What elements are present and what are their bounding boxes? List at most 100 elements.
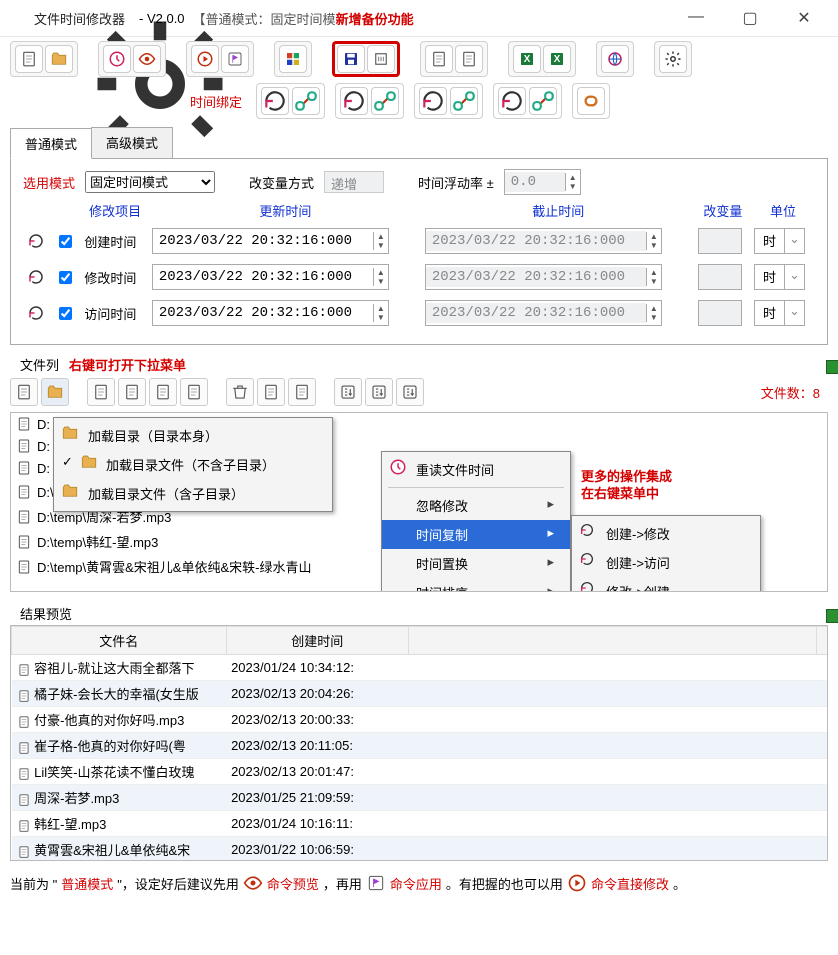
update-time-input[interactable]: ▲▼ [152,300,389,326]
float-spinner: ▲▼ [504,169,581,195]
update-time-input[interactable]: ▲▼ [152,264,389,290]
file-icon [16,509,32,525]
mode-tabs: 普通模式 高级模式 [10,127,828,159]
annotation-right-click: 右键可打开下拉菜单 [69,358,186,373]
status-bar: 当前为 "普通模式"，设定好后建议先用 命令预览，再用 命令应用。有把握的也可以… [0,861,838,903]
bind-btn-2b[interactable] [371,87,399,115]
fl-remove-sel-icon[interactable] [87,378,115,406]
file-list[interactable]: D:D:D:D:\temp\Lil笑笑-山茶花读不懂白玫瑰.mp3D:\temp… [10,412,828,592]
col-amount: 改变量 [695,201,751,220]
menu-load-dir-files-no-sub[interactable]: ✓加载目录文件（不含子目录） [54,450,332,479]
fl-add-folder-icon[interactable] [41,378,69,406]
row-label: 创建时间 [81,226,148,256]
fl-invert-icon[interactable] [118,378,146,406]
amount-input [698,300,742,326]
app-gear-icon [10,9,28,27]
row-label: 修改时间 [81,262,148,292]
update-time-input[interactable]: ▲▼ [152,228,389,254]
status-play-icon [567,873,587,893]
submenu-item[interactable]: 创建->访问 [572,548,760,577]
file-icon [16,416,32,432]
row-checkbox[interactable] [59,235,72,248]
row-refresh-icon[interactable] [26,231,46,251]
row-checkbox[interactable] [59,271,72,284]
menu-load-dir-files-with-sub[interactable]: 加载目录文件（含子目录） [54,479,332,508]
bind-btn-1a[interactable] [261,87,289,115]
tab-normal-mode[interactable]: 普通模式 [10,128,92,159]
bind-btn-1b[interactable] [292,87,320,115]
fl-del-red-icon[interactable] [288,378,316,406]
ctx-ignore[interactable]: 忽略修改▸ [382,491,570,520]
col-filename[interactable]: 文件名 [12,627,227,655]
bind-chain-icon[interactable] [577,87,605,115]
bind-btn-2a[interactable] [340,87,368,115]
context-menu-main: 重读文件时间 忽略修改▸ 时间复制▸ 时间置换▸ 时间排序▸ 合理排序▸ 文件时… [381,451,571,592]
deadline-time-input: ▲▼ [425,300,662,326]
status-flag-icon [366,873,386,893]
tb-eye-icon[interactable] [133,45,161,73]
fl-del-files-icon[interactable] [257,378,285,406]
amount-input [698,264,742,290]
unit-dropdown[interactable]: 时⌄ [754,264,805,290]
mode-pane: 选用模式 固定时间模式 改变量方式 递增 时间浮动率 ± ▲▼ 修改项目 更新时… [10,159,828,345]
tb-add-files-icon[interactable] [15,45,43,73]
fl-add-files-icon[interactable] [10,378,38,406]
file-icon [16,484,32,500]
table-row[interactable]: 周深-若梦.mp32023/01/25 21:09:59:128 [12,785,829,811]
submenu-item[interactable]: 修改->创建 [572,577,760,592]
menu-load-dir-self[interactable]: 加载目录（目录本身） [54,421,332,450]
tb-add-folder-icon[interactable] [45,45,73,73]
fl-trash-icon[interactable] [226,378,254,406]
maximize-button[interactable]: ▢ [730,8,770,28]
tab-advanced-mode[interactable]: 高级模式 [91,127,173,158]
table-row[interactable]: 容祖儿-就让这大雨全都落下2023/01/24 10:34:12:351 [12,655,829,681]
bind-btn-4a[interactable] [498,87,526,115]
ctx-swap[interactable]: 时间置换▸ [382,549,570,578]
select-mode-dropdown[interactable]: 固定时间模式 [85,171,215,193]
col-update: 更新时间 [149,201,422,220]
ctx-sort[interactable]: 时间排序▸ [382,578,570,592]
tb-play-icon[interactable] [191,45,219,73]
titlebar: 文件时间修改器 - V2.0.0 【普通模式：固定时间模 新增备份功能 — ▢ … [0,0,838,37]
main-toolbar [0,37,838,79]
tb-settings-icon[interactable] [659,45,687,73]
tb-global-icon[interactable] [601,45,629,73]
result-grid[interactable]: 文件名 创建时间 容祖儿-就让这大雨全都落下2023/01/24 10:34:1… [10,625,828,861]
fl-sort-asc-icon[interactable] [334,378,362,406]
row-checkbox[interactable] [59,307,72,320]
table-row[interactable]: 橘子妹-会长大的幸福(女生版2023/02/13 20:04:26:450 [12,681,829,707]
bind-btn-3a[interactable] [419,87,447,115]
minimize-button[interactable]: — [676,8,716,28]
table-row[interactable]: Lil笑笑-山茶花读不懂白玫瑰2023/02/13 20:01:47:524 [12,759,829,785]
status-eye-icon [243,873,263,893]
folder-dropdown-menu: 加载目录（目录本身） ✓加载目录文件（不含子目录） 加载目录文件（含子目录） [53,417,333,512]
row-refresh-icon[interactable] [26,267,46,287]
tb-clock-icon[interactable] [103,45,131,73]
ctx-copy[interactable]: 时间复制▸ [382,520,570,549]
fl-reload-icon[interactable] [180,378,208,406]
table-row[interactable]: 崔子格-他真的对你好吗(粤2023/02/13 20:11:05:518 [12,733,829,759]
file-icon [16,559,32,575]
float-label: 时间浮动率 ± [418,173,494,192]
bind-btn-3b[interactable] [450,87,478,115]
file-count: 文件数：8 [761,383,820,402]
file-icon [16,534,32,550]
tb-flag-icon[interactable] [221,45,249,73]
unit-dropdown[interactable]: 时⌄ [754,228,805,254]
table-row[interactable]: 韩红-望.mp32023/01/24 10:16:11:116 [12,811,829,837]
context-submenu-copy: 创建->修改创建->访问修改->创建修改->访问访问->创建访问->修改创建->… [571,515,761,592]
fl-select-all-icon[interactable] [149,378,177,406]
ctx-reread[interactable]: 重读文件时间 [382,455,570,484]
fl-sort-custom-icon[interactable] [396,378,424,406]
green-marker-icon-2 [826,609,838,623]
submenu-item[interactable]: 创建->修改 [572,519,760,548]
table-row[interactable]: 付豪-他真的对你好吗.mp32023/02/13 20:00:33:527 [12,707,829,733]
unit-dropdown[interactable]: 时⌄ [754,300,805,326]
close-button[interactable]: ✕ [784,8,824,28]
fl-sort-desc-icon[interactable] [365,378,393,406]
bind-btn-4b[interactable] [529,87,557,115]
file-icon [16,438,32,454]
row-refresh-icon[interactable] [26,303,46,323]
table-row[interactable]: 黄霄雲&宋祖儿&单依纯&宋2023/01/22 10:06:59:279 [12,837,829,862]
col-create-time[interactable]: 创建时间 [226,627,408,655]
